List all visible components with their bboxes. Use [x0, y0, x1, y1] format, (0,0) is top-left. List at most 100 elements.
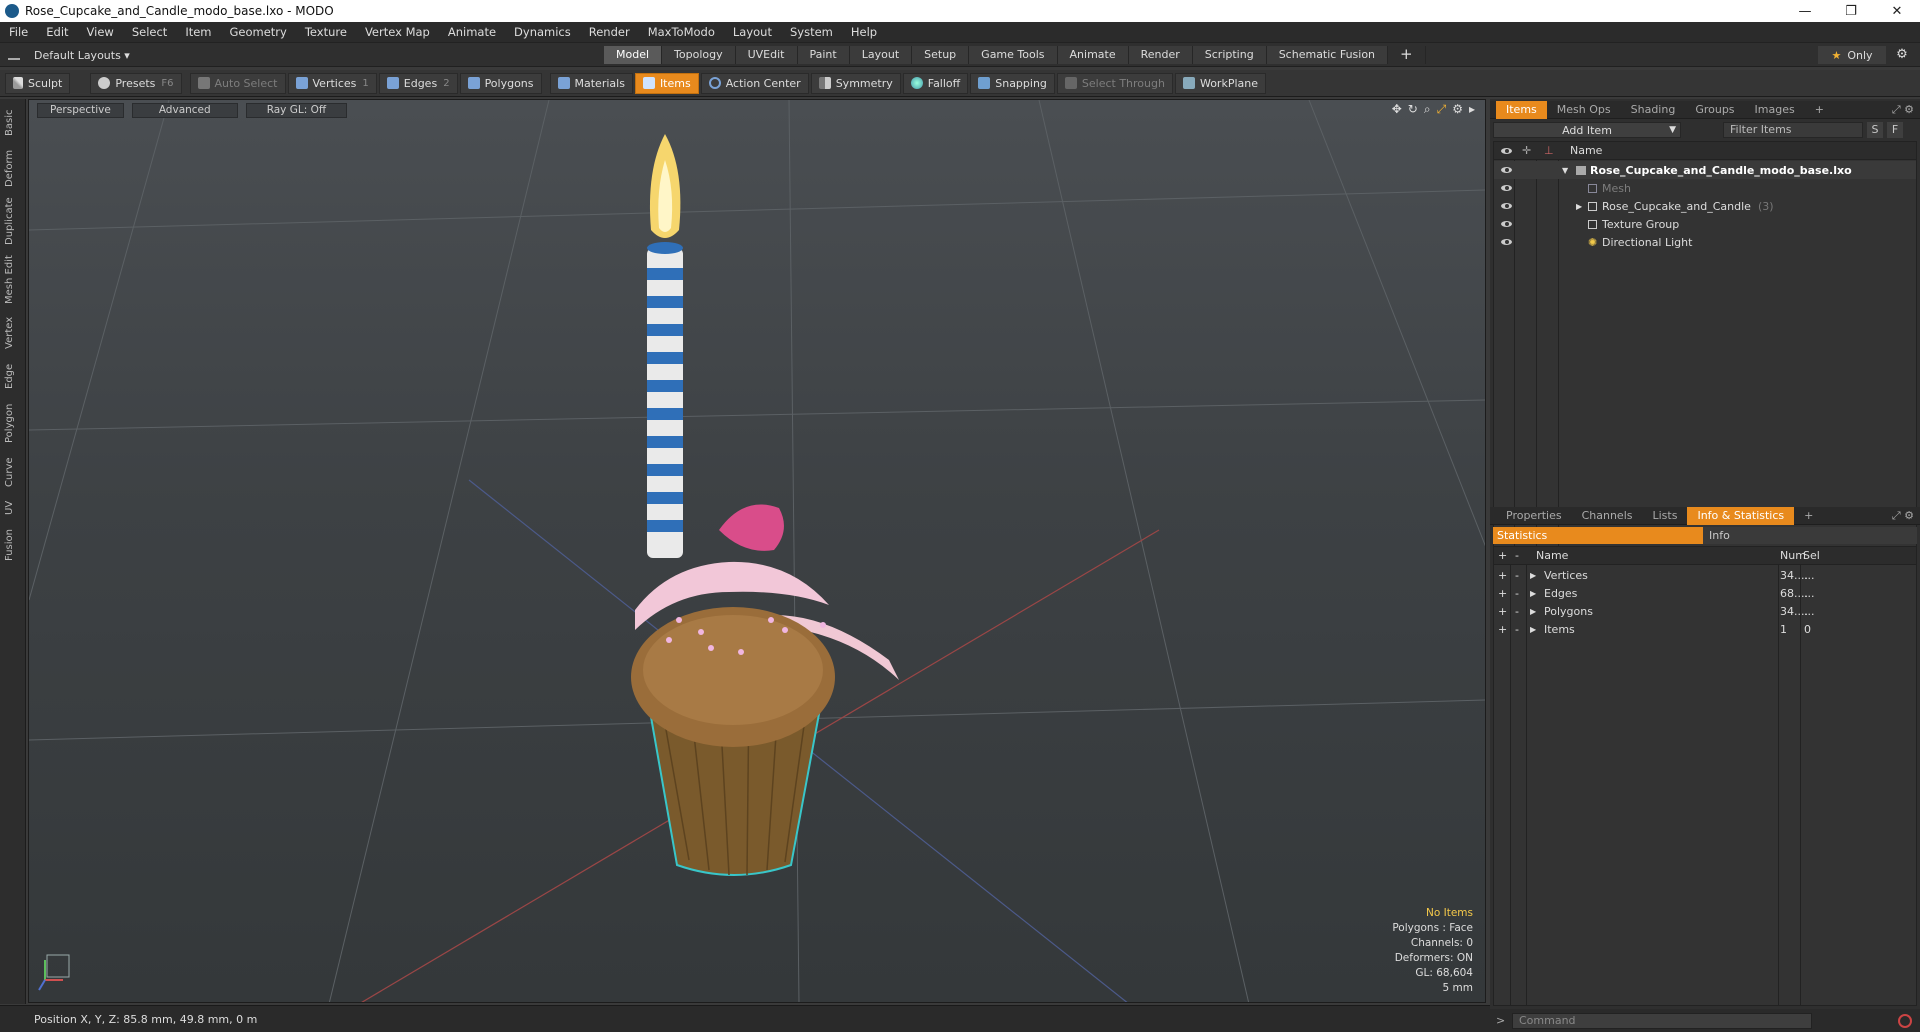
menu-file[interactable]: File: [0, 25, 37, 39]
eye-icon[interactable]: [1500, 165, 1514, 175]
menu-maxtomodo[interactable]: MaxToModo: [639, 25, 724, 39]
tab-channels[interactable]: Channels: [1572, 507, 1643, 525]
add-all-icon[interactable]: +: [1498, 549, 1507, 562]
expand-arrow-icon[interactable]: ▼: [1562, 166, 1568, 175]
add-icon[interactable]: +: [1498, 623, 1507, 636]
tab-images[interactable]: Images: [1745, 101, 1805, 119]
tab-shading[interactable]: Shading: [1621, 101, 1686, 119]
filter-s-button[interactable]: S: [1867, 122, 1883, 138]
add-properties-tab-button[interactable]: +: [1794, 507, 1823, 525]
action-center-button[interactable]: Action Center: [700, 72, 809, 94]
stats-row-items[interactable]: + - ▶ Items 1 0: [1494, 620, 1916, 638]
eye-icon[interactable]: [1500, 237, 1514, 247]
add-icon[interactable]: +: [1498, 605, 1507, 618]
polygons-button[interactable]: Polygons: [459, 72, 542, 94]
remove-icon[interactable]: -: [1515, 587, 1519, 600]
eye-icon[interactable]: [1500, 201, 1514, 211]
remove-icon[interactable]: -: [1515, 569, 1519, 582]
strip-tab-duplicate[interactable]: Duplicate: [4, 195, 22, 247]
menu-view[interactable]: View: [78, 25, 123, 39]
snapping-button[interactable]: Snapping: [970, 72, 1055, 94]
menu-dynamics[interactable]: Dynamics: [505, 25, 580, 39]
menu-select[interactable]: Select: [123, 25, 176, 39]
tab-model[interactable]: Model: [604, 46, 663, 64]
zoom-view-icon[interactable]: ⌕: [1424, 102, 1431, 117]
name-column-header[interactable]: Name: [1570, 144, 1602, 157]
expand-arrow-icon[interactable]: ▶: [1530, 589, 1536, 598]
tree-row[interactable]: Mesh: [1494, 179, 1916, 197]
items-button[interactable]: Items: [634, 72, 699, 94]
select-through-button[interactable]: Select Through: [1056, 72, 1173, 94]
record-icon[interactable]: [1898, 1013, 1912, 1028]
tree-row[interactable]: ✺ Directional Light: [1494, 233, 1916, 251]
add-icon[interactable]: +: [1498, 569, 1507, 582]
strip-tab-polygon[interactable]: Polygon: [4, 399, 22, 447]
remove-icon[interactable]: -: [1515, 605, 1519, 618]
default-layouts-dropdown[interactable]: Default Layouts ▾: [0, 43, 130, 67]
properties-expand-icon[interactable]: ⤢ ⚙: [1886, 507, 1920, 525]
expand-arrow-icon[interactable]: ▶: [1530, 571, 1536, 580]
strip-tab-basic[interactable]: Basic: [4, 105, 22, 141]
view-type-dropdown[interactable]: Perspective: [37, 102, 124, 118]
expand-arrow-icon[interactable]: ▶: [1530, 607, 1536, 616]
maximize-button[interactable]: ❐: [1828, 4, 1874, 19]
minimize-button[interactable]: —: [1782, 4, 1828, 19]
eye-icon[interactable]: [1500, 219, 1514, 229]
tab-schematic-fusion[interactable]: Schematic Fusion: [1266, 46, 1389, 64]
menu-system[interactable]: System: [781, 25, 842, 39]
cupcake-model[interactable]: [631, 504, 899, 876]
strip-tab-fusion[interactable]: Fusion: [4, 525, 22, 565]
fit-view-icon[interactable]: ⤢: [1437, 102, 1447, 117]
edges-button[interactable]: Edges 2: [378, 72, 458, 94]
tree-row[interactable]: ▼ Rose_Cupcake_and_Candle_modo_base.lxo: [1494, 161, 1916, 179]
strip-tab-curve[interactable]: Curve: [4, 453, 22, 491]
panel-expand-icon[interactable]: ⤢ ⚙: [1886, 101, 1920, 119]
tab-layout[interactable]: Layout: [849, 46, 913, 64]
3d-viewport[interactable]: Perspective Advanced Ray GL: Off ✥ ↻ ⌕ ⤢…: [28, 99, 1486, 1003]
workplane-button[interactable]: WorkPlane: [1174, 72, 1266, 94]
subtab-statistics[interactable]: Statistics: [1493, 527, 1703, 544]
add-icon[interactable]: +: [1498, 587, 1507, 600]
menu-edit[interactable]: Edit: [37, 25, 77, 39]
tab-setup[interactable]: Setup: [912, 46, 970, 64]
menu-help[interactable]: Help: [842, 25, 886, 39]
viewport-menu-arrow-icon[interactable]: ▸: [1469, 102, 1475, 117]
tab-groups[interactable]: Groups: [1685, 101, 1744, 119]
stats-row-polygons[interactable]: + - ▶ Polygons 34.... ...: [1494, 602, 1916, 620]
strip-tab-uv[interactable]: UV: [4, 497, 22, 519]
strip-tab-deform[interactable]: Deform: [4, 147, 22, 189]
tab-topology[interactable]: Topology: [662, 46, 736, 64]
remove-icon[interactable]: -: [1515, 623, 1519, 636]
filter-f-button[interactable]: F: [1887, 122, 1903, 138]
tree-row[interactable]: ▶ Rose_Cupcake_and_Candle (3): [1494, 197, 1916, 215]
tab-render[interactable]: Render: [1128, 46, 1193, 64]
expand-arrow-icon[interactable]: ▶: [1530, 625, 1536, 634]
tab-uvedit[interactable]: UVEdit: [735, 46, 798, 64]
add-item-button[interactable]: Add Item ▼: [1493, 122, 1681, 138]
raygl-toggle[interactable]: Ray GL: Off: [245, 102, 348, 118]
close-button[interactable]: ✕: [1874, 4, 1920, 19]
menu-texture[interactable]: Texture: [296, 25, 356, 39]
eye-icon[interactable]: [1500, 183, 1514, 193]
strip-tab-mesh-edit[interactable]: Mesh Edit: [4, 253, 22, 307]
expand-arrow-icon[interactable]: ▶: [1576, 202, 1582, 211]
only-toggle-button[interactable]: ★ Only: [1818, 46, 1886, 64]
symmetry-button[interactable]: Symmetry: [810, 72, 901, 94]
menu-geometry[interactable]: Geometry: [221, 25, 296, 39]
rotate-view-icon[interactable]: ↻: [1408, 102, 1418, 117]
menu-render[interactable]: Render: [580, 25, 639, 39]
menu-animate[interactable]: Animate: [439, 25, 505, 39]
menu-layout[interactable]: Layout: [724, 25, 781, 39]
tab-items[interactable]: Items: [1496, 100, 1547, 119]
tab-info-statistics[interactable]: Info & Statistics: [1687, 506, 1795, 525]
auto-select-button[interactable]: Auto Select: [189, 72, 286, 94]
menu-vertex-map[interactable]: Vertex Map: [356, 25, 439, 39]
tab-game-tools[interactable]: Game Tools: [969, 46, 1058, 64]
viewport-settings-icon[interactable]: ⚙: [1452, 102, 1463, 117]
vertices-button[interactable]: Vertices 1: [287, 72, 377, 94]
falloff-button[interactable]: Falloff: [902, 72, 969, 94]
tab-paint[interactable]: Paint: [797, 46, 850, 64]
move-view-icon[interactable]: ✥: [1392, 102, 1402, 117]
gear-icon[interactable]: ⚙: [1892, 46, 1912, 64]
presets-button[interactable]: Presets F6: [90, 72, 182, 94]
